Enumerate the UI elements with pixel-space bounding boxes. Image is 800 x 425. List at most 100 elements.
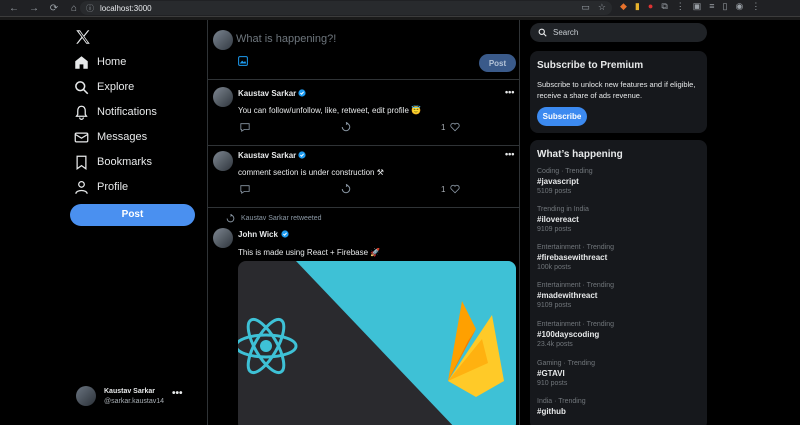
reply-icon[interactable] — [240, 184, 250, 194]
avatar[interactable] — [213, 151, 233, 171]
sidebar-item-messages[interactable]: Messages — [74, 126, 147, 148]
trend-item[interactable]: Trending in India #ilovereact 9109 posts — [537, 206, 702, 233]
trend-count: 100k posts — [537, 264, 571, 271]
like-count: 1 — [441, 123, 446, 132]
account-switcher[interactable]: Kaustav Sarkar @sarkar.kaustav14 ••• — [76, 386, 196, 408]
home-icon — [75, 55, 88, 69]
search-icon — [75, 80, 89, 94]
tweet[interactable]: Kaustav Sarkar ••• comment section is un… — [208, 146, 519, 208]
bookmark-icon — [76, 155, 87, 170]
trend-tag: #javascript — [537, 177, 579, 186]
tweet-text: comment section is under construction ⚒ — [238, 168, 384, 177]
trend-item[interactable]: Entertainment · Trending #100dayscoding … — [537, 321, 702, 348]
subscribe-button[interactable]: Subscribe — [537, 107, 587, 126]
trend-context: Coding · Trending — [537, 168, 593, 175]
sidebar-item-profile[interactable]: Profile — [74, 176, 128, 198]
avatar — [76, 386, 96, 406]
trend-item[interactable]: Gaming · Trending #GTAVI 910 posts — [537, 360, 702, 387]
whats-happening-card: What’s happening Coding · Trending #java… — [530, 140, 707, 425]
trend-tag: #GTAVI — [537, 369, 565, 378]
sidebar-item-bookmarks[interactable]: Bookmarks — [74, 151, 152, 173]
envelope-icon — [74, 132, 89, 142]
search-bar[interactable] — [530, 23, 707, 42]
bookmark-star-icon[interactable]: ☆ — [598, 2, 606, 13]
tweet-more-icon[interactable]: ••• — [505, 87, 514, 97]
bell-icon — [75, 105, 88, 120]
trend-item[interactable]: Coding · Trending #javascript 5109 posts — [537, 168, 702, 195]
extension-puzzle-icon[interactable]: ⧉ — [661, 1, 667, 12]
trend-count: 23.4k posts — [537, 341, 573, 348]
trend-item[interactable]: Entertainment · Trending #firebasewithre… — [537, 244, 702, 271]
trend-context: Entertainment · Trending — [537, 244, 615, 251]
user-icon — [75, 180, 88, 194]
extension-fox-icon[interactable]: ◆ — [620, 1, 627, 12]
trend-count: 9109 posts — [537, 226, 572, 233]
premium-body: Subscribe to unlock new features and if … — [537, 80, 696, 100]
browser-toolbar: ← → ⟳ ⌂ ⓘ localhost:3000 ▭ ☆ ◆ ▮ ● ⧉ ⋮ ▣… — [0, 0, 800, 17]
trend-tag: #madewithreact — [537, 291, 598, 300]
extensions-area: ◆ ▮ ● ⧉ ⋮ ▣ ≡ ▯ ◉ ⋮ — [620, 1, 760, 12]
retweet-icon[interactable] — [341, 122, 351, 132]
trend-tag: #100dayscoding — [537, 330, 600, 339]
trend-count: 910 posts — [537, 380, 568, 387]
back-icon[interactable]: ← — [4, 3, 24, 14]
tweet-text: You can follow/unfollow, like, retweet, … — [238, 106, 422, 115]
trend-count: 9109 posts — [537, 302, 572, 309]
main-feed: Post Kaustav Sarkar ••• You can follow/u… — [207, 20, 520, 425]
sidebar-item-explore[interactable]: Explore — [74, 76, 134, 98]
sidebar-item-home[interactable]: Home — [74, 51, 126, 73]
trend-item[interactable]: Entertainment · Trending #madewithreact … — [537, 282, 702, 309]
browser-profile-icon[interactable]: ◉ — [735, 1, 743, 12]
verified-icon — [298, 151, 306, 159]
sidebar-item-notifications[interactable]: Notifications — [74, 101, 157, 123]
retweet-icon[interactable] — [341, 184, 351, 194]
compose-input[interactable] — [236, 31, 496, 47]
tweet-author[interactable]: John Wick — [238, 230, 278, 239]
trend-tag: #firebasewithreact — [537, 253, 608, 262]
extensions-icon[interactable]: ▣ — [693, 1, 702, 12]
avatar — [213, 30, 233, 50]
reply-icon[interactable] — [240, 122, 250, 132]
heart-icon[interactable] — [450, 184, 460, 194]
sidebar-item-label: Messages — [97, 131, 148, 143]
tweet-composer: Post — [208, 20, 519, 80]
profile-handle: @sarkar.kaustav14 — [104, 398, 165, 405]
verified-icon — [298, 89, 306, 97]
address-bar[interactable]: ⓘ localhost:3000 ▭ ☆ — [80, 1, 612, 15]
sidebar-item-label: Home — [97, 56, 127, 68]
tweet-media-image[interactable] — [238, 261, 516, 425]
tweet-author[interactable]: Kaustav Sarkar — [238, 89, 296, 98]
extension-flag-icon[interactable]: ▮ — [635, 1, 640, 12]
trend-tag: #ilovereact — [537, 215, 579, 224]
avatar[interactable] — [213, 87, 233, 107]
more-icon[interactable]: ••• — [172, 388, 183, 399]
sidebar-item-label: Bookmarks — [97, 156, 153, 168]
image-icon[interactable] — [238, 56, 248, 66]
compose-post-button[interactable]: Post — [479, 54, 516, 72]
x-logo-icon[interactable] — [74, 28, 92, 46]
site-info-icon[interactable]: ⓘ — [86, 3, 94, 14]
trend-context: Entertainment · Trending — [537, 321, 615, 328]
browser-menu-icon[interactable]: ⋮ — [751, 1, 760, 12]
cast-icon[interactable]: ▭ — [581, 2, 590, 13]
forward-icon[interactable]: → — [24, 3, 44, 14]
tweet-author[interactable]: Kaustav Sarkar — [238, 151, 296, 160]
trend-item[interactable]: India · Trending #github — [537, 398, 702, 418]
reload-icon[interactable]: ⟳ — [44, 3, 64, 14]
tweet[interactable]: Kaustav Sarkar ••• You can follow/unfoll… — [208, 80, 519, 146]
avatar[interactable] — [213, 228, 233, 248]
extension-menu-icon[interactable]: ⋮ — [676, 1, 685, 12]
sidepanel-icon[interactable]: ▯ — [723, 1, 728, 12]
extension-badge-icon[interactable]: ● — [648, 1, 653, 12]
reading-list-icon[interactable]: ≡ — [709, 1, 714, 12]
premium-title: Subscribe to Premium — [537, 60, 644, 71]
trend-context: India · Trending — [537, 398, 586, 405]
heart-icon[interactable] — [450, 122, 460, 132]
post-button[interactable]: Post — [70, 204, 195, 226]
left-sidebar: Home Explore Notifications Messages Book… — [60, 20, 207, 425]
tweet-more-icon[interactable]: ••• — [505, 149, 514, 159]
search-input[interactable] — [553, 28, 703, 37]
sidebar-item-label: Explore — [97, 81, 135, 93]
verified-icon — [281, 230, 289, 238]
whats-happening-title: What’s happening — [537, 149, 623, 160]
